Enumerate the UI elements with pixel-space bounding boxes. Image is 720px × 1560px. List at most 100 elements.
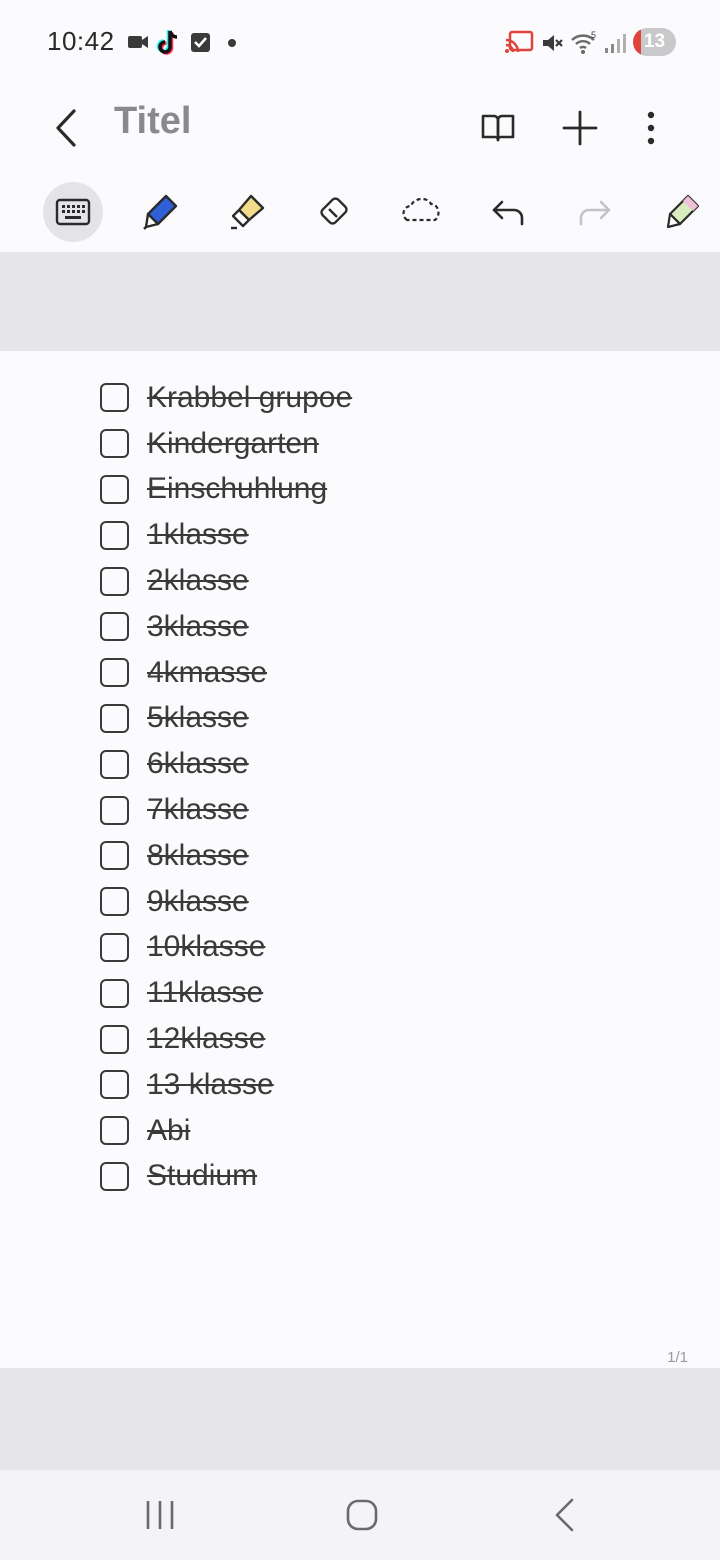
eraser-icon — [320, 197, 348, 225]
highlighter-icon — [231, 194, 265, 230]
checkbox[interactable] — [100, 703, 129, 733]
checklist-item-text[interactable]: 3klasse — [147, 610, 249, 644]
checklist-item-text[interactable]: Kindergarten — [147, 427, 319, 461]
page-indicator: 1/1 — [667, 1349, 688, 1366]
checklist-item-text[interactable]: 9klasse — [147, 885, 249, 919]
lasso-icon — [402, 197, 440, 222]
tiktok-icon — [157, 30, 178, 55]
checklist-item: 6klasse — [100, 741, 352, 787]
checklist-item-text[interactable]: Abi — [147, 1114, 190, 1148]
checkbox[interactable] — [100, 1116, 129, 1146]
checklist-item-text[interactable]: 12klasse — [147, 1022, 265, 1056]
checklist-item-text[interactable]: 11klasse — [147, 976, 263, 1010]
checklist-item-text[interactable]: 4kmasse — [147, 656, 267, 690]
checkbox[interactable] — [100, 978, 129, 1008]
checkbox[interactable] — [100, 1161, 129, 1191]
checkbox[interactable] — [100, 566, 129, 596]
app-bar: Titel — [0, 86, 720, 173]
pen-icon — [143, 194, 178, 230]
checklist-item: Krabbel grupoe — [100, 375, 352, 421]
back-button[interactable] — [40, 98, 92, 158]
checkbox[interactable] — [100, 1070, 129, 1100]
checklist-item-text[interactable]: 10klasse — [147, 930, 265, 964]
video-camera-icon — [128, 36, 148, 48]
keyboard-icon — [55, 198, 91, 226]
redo-button[interactable] — [565, 182, 625, 242]
checkbox[interactable] — [100, 383, 129, 413]
checkbox[interactable] — [100, 474, 129, 504]
checklist-item-text[interactable]: Einschuhlung — [147, 472, 327, 506]
chevron-left-icon — [56, 109, 76, 147]
checklist-item-text[interactable]: 13 klasse — [147, 1068, 274, 1102]
more-options-button[interactable] — [630, 98, 672, 158]
redo-icon — [579, 200, 611, 226]
home-button[interactable] — [332, 1490, 392, 1540]
checklist-item: 3klasse — [100, 604, 352, 650]
home-icon — [346, 1499, 378, 1531]
wifi-icon: 5 — [571, 30, 596, 54]
checklist-item-text[interactable]: 8klasse — [147, 839, 249, 873]
checklist-item: 5klasse — [100, 696, 352, 742]
plus-icon — [562, 110, 598, 146]
battery-level: 13 — [643, 31, 666, 52]
checklist-item-text[interactable]: 7klasse — [147, 793, 249, 827]
note-title[interactable]: Titel — [114, 100, 191, 143]
keyboard-tool-button[interactable] — [43, 182, 103, 242]
checklist-item: Abi — [100, 1108, 352, 1154]
pen-tool-button[interactable] — [130, 182, 190, 242]
checklist-item: 11klasse — [100, 970, 352, 1016]
checklist-item: 1klasse — [100, 512, 352, 558]
page-gap-bottom — [0, 1368, 720, 1470]
note-page[interactable]: Krabbel grupoe Kindergarten Einschuhlung… — [0, 351, 720, 1368]
highlighter-tool-button[interactable] — [217, 182, 277, 242]
checklist: Krabbel grupoe Kindergarten Einschuhlung… — [100, 375, 352, 1199]
checkbox[interactable] — [100, 795, 129, 825]
add-page-button[interactable] — [552, 98, 608, 158]
checkbox[interactable] — [100, 612, 129, 642]
checkbox[interactable] — [100, 749, 129, 779]
checkbox[interactable] — [100, 932, 129, 962]
checkbox-notification-icon — [191, 33, 210, 52]
checklist-item: 2klasse — [100, 558, 352, 604]
undo-button[interactable] — [478, 182, 538, 242]
nav-back-button[interactable] — [534, 1490, 594, 1540]
checklist-item: 8klasse — [100, 833, 352, 879]
checkbox[interactable] — [100, 429, 129, 459]
color-pen-icon — [666, 194, 700, 229]
checklist-item: 4kmasse — [100, 650, 352, 696]
checklist-item-text[interactable]: Studium — [147, 1159, 257, 1193]
checkbox[interactable] — [100, 841, 129, 871]
checklist-item-text[interactable]: Krabbel grupoe — [147, 381, 352, 415]
checklist-item-text[interactable]: 5klasse — [147, 701, 249, 735]
status-bar: 10:42 5 13 — [0, 0, 720, 86]
lasso-tool-button[interactable] — [391, 182, 451, 242]
eraser-tool-button[interactable] — [304, 182, 364, 242]
checklist-item: Kindergarten — [100, 421, 352, 467]
svg-text:5: 5 — [591, 30, 596, 40]
checklist-item-text[interactable]: 2klasse — [147, 564, 249, 598]
book-view-button[interactable] — [470, 98, 526, 158]
recent-apps-button[interactable] — [130, 1490, 190, 1540]
checklist-item: 9klasse — [100, 879, 352, 925]
checklist-item: 7klasse — [100, 787, 352, 833]
battery-indicator: 13 — [633, 28, 676, 56]
more-vert-icon — [647, 111, 655, 145]
checkbox[interactable] — [100, 1024, 129, 1054]
system-nav-bar — [0, 1470, 720, 1560]
dot-icon — [228, 39, 236, 47]
checkbox[interactable] — [100, 658, 129, 688]
back-icon — [555, 1498, 574, 1532]
checklist-item: 10klasse — [100, 925, 352, 971]
checkbox[interactable] — [100, 887, 129, 917]
undo-icon — [492, 200, 524, 226]
page-gap-top — [0, 252, 720, 351]
book-icon — [481, 114, 515, 142]
signal-icon — [605, 34, 626, 53]
checklist-item-text[interactable]: 1klasse — [147, 518, 249, 552]
color-pen-tool-button[interactable] — [652, 182, 712, 242]
checklist-item: 13 klasse — [100, 1062, 352, 1108]
status-time: 10:42 — [47, 26, 115, 56]
checkbox[interactable] — [100, 520, 129, 550]
cast-icon — [505, 30, 534, 53]
checklist-item-text[interactable]: 6klasse — [147, 747, 249, 781]
